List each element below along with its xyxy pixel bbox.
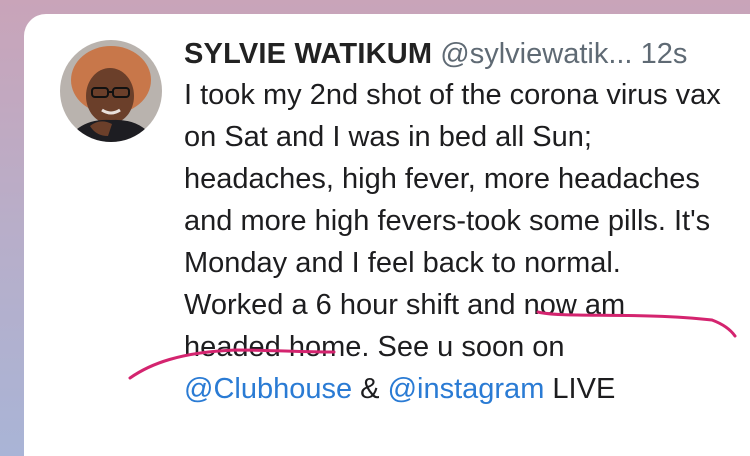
author-name[interactable]: SYLVIE WATIKUM bbox=[184, 38, 432, 70]
tweet-content: SYLVIE WATIKUM @sylviewatik... 12s I too… bbox=[184, 36, 744, 410]
avatar[interactable] bbox=[60, 40, 162, 142]
tweet-card[interactable]: SYLVIE WATIKUM @sylviewatik... 12s I too… bbox=[24, 14, 750, 456]
tweet-header: SYLVIE WATIKUM @sylviewatik... 12s bbox=[184, 36, 744, 72]
tweet-text: I took my 2nd shot of the corona virus v… bbox=[184, 74, 724, 410]
mention-instagram[interactable]: @instagram bbox=[388, 373, 545, 405]
author-handle[interactable]: @sylviewatik... bbox=[440, 38, 632, 70]
mention-clubhouse[interactable]: @Clubhouse bbox=[184, 373, 352, 405]
tweet-text-main: I took my 2nd shot of the corona virus v… bbox=[184, 79, 721, 363]
timestamp[interactable]: 12s bbox=[641, 38, 688, 70]
avatar-image bbox=[60, 40, 162, 142]
tweet-text-amp: & bbox=[352, 373, 388, 405]
tweet-text-tail: LIVE bbox=[544, 373, 616, 405]
